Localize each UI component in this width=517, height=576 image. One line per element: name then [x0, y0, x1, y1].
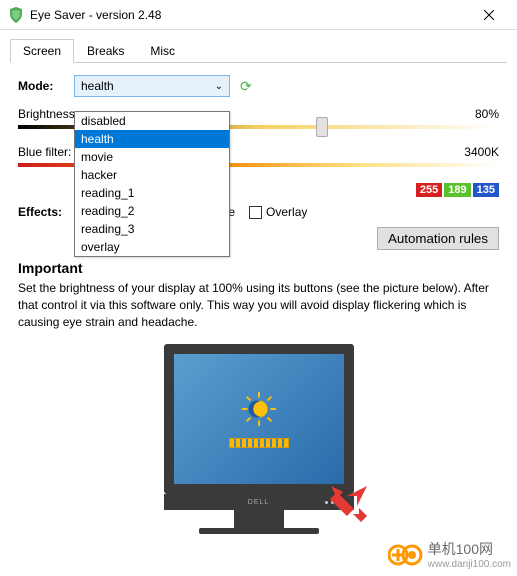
monitor-bezel: DELL	[164, 494, 354, 510]
mode-option-reading2[interactable]: reading_2	[75, 202, 229, 220]
monitor-stand	[234, 510, 284, 528]
mode-option-reading1[interactable]: reading_1	[75, 184, 229, 202]
mode-option-overlay[interactable]: overlay	[75, 238, 229, 256]
important-section: Important Set the brightness of your dis…	[18, 260, 499, 330]
tab-bar: Screen Breaks Misc	[10, 38, 507, 63]
mode-combobox[interactable]: health ⌄	[74, 75, 230, 97]
tab-screen[interactable]: Screen	[10, 39, 74, 63]
close-button[interactable]	[469, 1, 509, 29]
sun-moon-icon	[240, 390, 278, 428]
bluefilter-value: 3400K	[464, 145, 499, 159]
monitor-base	[199, 528, 319, 534]
watermark-logo-icon	[388, 543, 424, 567]
overlay-label: Overlay	[266, 205, 307, 219]
effects-label: Effects:	[18, 205, 74, 219]
progress-bar-icon	[229, 438, 289, 448]
titlebar: Eye Saver - version 2.48	[0, 0, 517, 30]
red-arrow-icon	[329, 484, 369, 524]
refresh-icon[interactable]: ⟳	[240, 78, 252, 95]
tab-misc[interactable]: Misc	[137, 39, 188, 63]
mode-value: health	[81, 79, 114, 93]
important-body: Set the brightness of your display at 10…	[18, 280, 499, 330]
important-heading: Important	[18, 260, 499, 276]
mode-dropdown: disabled health movie hacker reading_1 r…	[74, 111, 230, 257]
watermark-text: 单机100网	[428, 541, 493, 557]
monitor-brand: DELL	[248, 499, 270, 506]
monitor-illustration: DELL	[18, 344, 499, 534]
automation-rules-button[interactable]: Automation rules	[377, 227, 499, 250]
chevron-down-icon: ⌄	[215, 81, 223, 92]
tab-content: Mode: health ⌄ ⟳ disabled health movie h…	[0, 63, 517, 546]
mode-option-movie[interactable]: movie	[75, 148, 229, 166]
mode-option-health[interactable]: health	[75, 130, 229, 148]
mode-option-reading3[interactable]: reading_3	[75, 220, 229, 238]
rgb-g: 189	[444, 183, 470, 197]
tab-breaks[interactable]: Breaks	[74, 39, 137, 63]
window-title: Eye Saver - version 2.48	[30, 8, 469, 22]
mode-label: Mode:	[18, 79, 74, 93]
checkbox-box	[249, 206, 262, 219]
overlay-checkbox[interactable]: Overlay	[249, 205, 307, 219]
rgb-r: 255	[416, 183, 442, 197]
mode-row: Mode: health ⌄ ⟳	[18, 75, 499, 97]
app-icon	[8, 7, 24, 23]
brightness-thumb[interactable]	[316, 117, 328, 137]
brightness-value: 80%	[475, 107, 499, 121]
mode-option-hacker[interactable]: hacker	[75, 166, 229, 184]
rgb-b: 135	[473, 183, 499, 197]
watermark: 单机100网 www.danji100.com	[388, 539, 511, 570]
watermark-url: www.danji100.com	[428, 559, 511, 570]
monitor-screen	[164, 344, 354, 494]
mode-option-disabled[interactable]: disabled	[75, 112, 229, 130]
